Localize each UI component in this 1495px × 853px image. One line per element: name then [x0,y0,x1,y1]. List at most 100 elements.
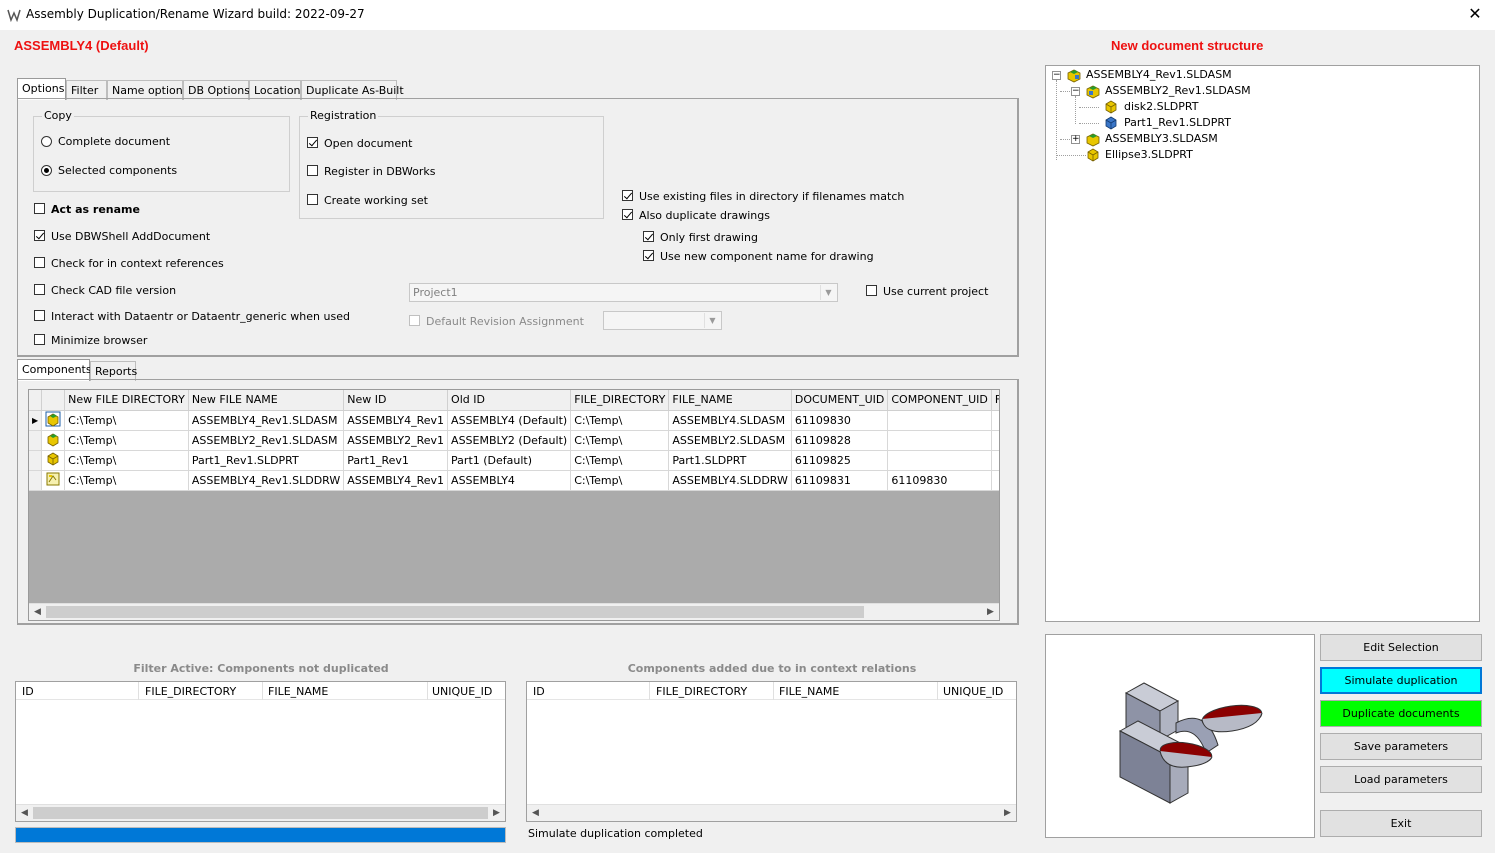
revision-combo[interactable]: ▼ [603,311,722,330]
selected-components-radio[interactable] [41,165,52,176]
check-cad-checkbox[interactable] [34,284,45,295]
tab-filter[interactable]: Filter [66,80,107,100]
grid-cell[interactable]: C:\Temp\ [570,430,670,451]
grid-cell[interactable]: C:\Temp\ [570,470,670,491]
grid-cell[interactable] [887,430,992,451]
table-row[interactable]: C:\Temp\ ASSEMBLY4_Rev1.SLDDRW ASSEMBLY4… [29,470,999,491]
tab-name-options[interactable]: Name options [107,80,188,100]
row-selector[interactable] [29,470,43,491]
grid-cell[interactable]: ASSEMBLY2_Rev1 [343,430,449,451]
grid-cell[interactable]: ASSEMBLY4.SLDDRW [668,470,792,491]
column-header[interactable]: Old ID [447,390,572,411]
use-new-component-name-checkbox[interactable] [643,250,654,261]
column-header[interactable]: FILE_DIRECTORY [656,685,747,698]
complete-document-radio[interactable] [41,136,52,147]
grid-cell[interactable]: ASSEMBLY4 (Default) [447,410,572,431]
grid-horizontal-scrollbar[interactable]: ◀ ▶ [29,603,999,620]
scroll-left-icon[interactable]: ◀ [16,805,33,821]
table-row[interactable]: ▶ C:\Temp\ ASSEMBLY4_Rev1.SLDASM ASSEMBL… [29,410,999,431]
row-selector-arrow-icon[interactable]: ▶ [29,410,43,431]
column-header[interactable]: UNIQUE_ID [943,685,1003,698]
tab-db-options[interactable]: DB Options [183,80,250,100]
grid-cell[interactable]: 61109831 [791,470,889,491]
grid-cell[interactable]: C:\Temp\ [64,430,189,451]
tree-node-label[interactable]: disk2.SLDPRT [1124,100,1198,113]
save-parameters-button[interactable]: Save parameters [1320,733,1482,760]
column-header[interactable]: COMPONENT_UID [887,390,992,411]
simulate-duplication-button[interactable]: Simulate duplication [1320,667,1482,694]
act-as-rename-checkbox[interactable] [34,203,45,214]
grid-cell[interactable]: 61109825 [791,450,889,471]
grid-cell[interactable] [991,410,999,431]
grid-cell[interactable]: ASSEMBLY4_Rev1.SLDASM [188,410,345,431]
grid-cell[interactable]: 61109828 [791,430,889,451]
tree-node-label[interactable]: Ellipse3.SLDPRT [1105,148,1193,161]
grid-cell[interactable]: ASSEMBLY4_Rev1 [343,470,449,491]
register-dbworks-checkbox[interactable] [307,165,318,176]
use-existing-checkbox[interactable] [622,190,633,201]
check-context-checkbox[interactable] [34,257,45,268]
tab-reports[interactable]: Reports [90,361,137,381]
scroll-right-icon[interactable]: ▶ [488,805,505,821]
duplicate-documents-button[interactable]: Duplicate documents [1320,700,1482,727]
table-row[interactable]: C:\Temp\ Part1_Rev1.SLDPRT Part1_Rev1 Pa… [29,450,999,471]
grid-cell[interactable]: ASSEMBLY2.SLDASM [668,430,792,451]
tree-collapse-icon[interactable]: − [1052,71,1061,80]
column-header[interactable]: FILE_NAME [668,390,792,411]
close-icon[interactable]: ✕ [1463,4,1487,26]
minimize-browser-checkbox[interactable] [34,334,45,345]
scroll-thumb[interactable] [33,807,488,819]
scroll-right-icon[interactable]: ▶ [999,805,1016,821]
grid-cell[interactable]: ASSEMBLY4_Rev1 [343,410,449,431]
grid-cell[interactable] [991,430,999,451]
grid-cell[interactable]: 61109830 [887,470,992,491]
column-header[interactable]: ID [22,685,34,698]
scroll-left-icon[interactable]: ◀ [29,604,46,620]
column-header[interactable]: DOCUMENT_UID [791,390,889,411]
duplicate-drawings-checkbox[interactable] [622,209,633,220]
column-header[interactable]: New FILE DIRECTORY [64,390,189,411]
grid-cell[interactable]: ASSEMBLY2 (Default) [447,430,572,451]
table-row[interactable]: C:\Temp\ ASSEMBLY2_Rev1.SLDASM ASSEMBLY2… [29,430,999,451]
use-dbwshell-checkbox[interactable] [34,230,45,241]
project-combo[interactable]: Project1 ▼ [409,283,838,302]
create-working-set-checkbox[interactable] [307,194,318,205]
row-selector[interactable] [29,450,43,471]
grid-cell[interactable]: Part1_Rev1.SLDPRT [188,450,345,471]
grid-cell[interactable]: C:\Temp\ [64,470,189,491]
tree-collapse-icon[interactable]: − [1071,87,1080,96]
context-list-scrollbar[interactable]: ◀ ▶ [527,804,1016,821]
tree-node-label[interactable]: ASSEMBLY3.SLDASM [1105,132,1218,145]
grid-cell[interactable] [991,450,999,471]
column-header[interactable]: FILE_DIRECTORY [570,390,670,411]
grid-cell[interactable]: Part1_Rev1 [343,450,449,471]
grid-cell[interactable] [887,450,992,471]
grid-cell[interactable]: 61109830 [791,410,889,431]
scroll-right-icon[interactable]: ▶ [982,604,999,620]
interact-dataentr-checkbox[interactable] [34,310,45,321]
grid-cell[interactable]: ASSEMBLY2_Rev1.SLDASM [188,430,345,451]
edit-selection-button[interactable]: Edit Selection [1320,634,1482,661]
column-header[interactable]: FILE_NAME [779,685,839,698]
use-current-project-checkbox[interactable] [866,285,877,296]
exit-button[interactable]: Exit [1320,810,1482,837]
tree-node-label[interactable]: ASSEMBLY4_Rev1.SLDASM [1086,68,1232,81]
tab-location[interactable]: Location [249,80,301,100]
grid-cell[interactable]: ASSEMBLY4.SLDASM [668,410,792,431]
grid-cell[interactable]: C:\Temp\ [570,410,670,431]
grid-cell[interactable] [991,470,999,491]
column-header[interactable]: FAKE_INFO [991,390,999,411]
column-header[interactable]: FILE_NAME [268,685,328,698]
tree-node-label[interactable]: ASSEMBLY2_Rev1.SLDASM [1105,84,1251,97]
column-header[interactable]: New FILE NAME [188,390,345,411]
tab-options[interactable]: Options [17,78,66,100]
column-header[interactable]: New ID [343,390,449,411]
row-selector[interactable] [29,430,43,451]
open-document-checkbox[interactable] [307,137,318,148]
grid-cell[interactable]: ASSEMBLY4_Rev1.SLDDRW [188,470,345,491]
grid-cell[interactable]: ASSEMBLY4 [447,470,572,491]
default-revision-checkbox[interactable] [409,315,420,326]
filter-list-scrollbar[interactable]: ◀ ▶ [16,804,505,821]
grid-cell[interactable] [887,410,992,431]
tree-expand-icon[interactable]: + [1071,135,1080,144]
